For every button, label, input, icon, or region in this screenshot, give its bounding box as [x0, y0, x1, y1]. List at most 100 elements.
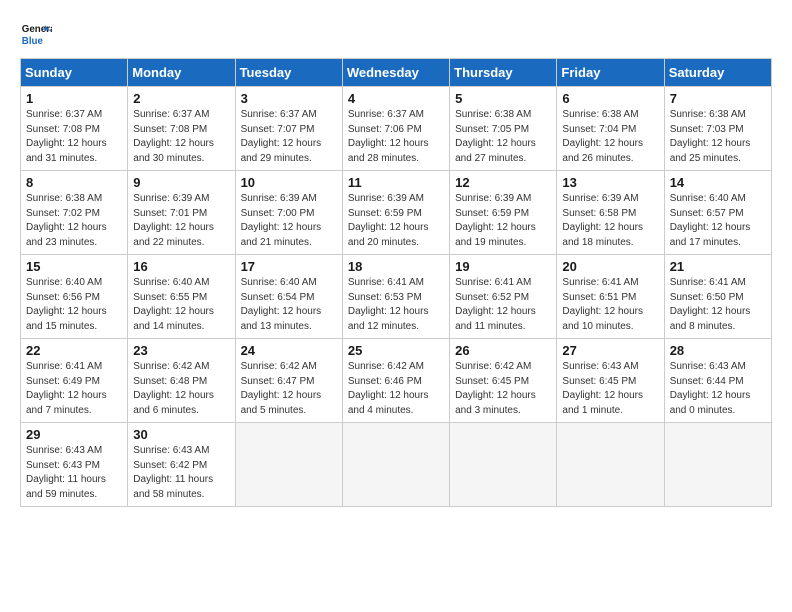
day-cell-23: 23 Sunrise: 6:42 AM Sunset: 6:48 PM Dayli…	[128, 339, 235, 423]
header-thursday: Thursday	[450, 59, 557, 87]
day-cell-3: 3 Sunrise: 6:37 AM Sunset: 7:07 PM Daylig…	[235, 87, 342, 171]
day-info-13: Sunrise: 6:39 AM Sunset: 6:58 PM Dayligh…	[562, 192, 658, 250]
day-number-20: 20	[562, 259, 658, 274]
day-number-28: 28	[670, 343, 766, 358]
day-cell-20: 20 Sunrise: 6:41 AM Sunset: 6:51 PM Dayli…	[557, 255, 664, 339]
day-number-27: 27	[562, 343, 658, 358]
empty-cell	[235, 423, 342, 507]
day-info-23: Sunrise: 6:42 AM Sunset: 6:48 PM Dayligh…	[133, 360, 229, 418]
day-info-10: Sunrise: 6:39 AM Sunset: 7:00 PM Dayligh…	[241, 192, 337, 250]
day-cell-15: 15Sunrise: 6:40 AM Sunset: 6:56 PM Dayli…	[21, 255, 128, 339]
day-cell-25: 25 Sunrise: 6:42 AM Sunset: 6:46 PM Dayli…	[342, 339, 449, 423]
day-info-15: Sunrise: 6:40 AM Sunset: 6:56 PM Dayligh…	[26, 276, 122, 334]
header-tuesday: Tuesday	[235, 59, 342, 87]
day-cell-11: 11 Sunrise: 6:39 AM Sunset: 6:59 PM Dayli…	[342, 171, 449, 255]
day-cell-1: 1 Sunrise: 6:37 AM Sunset: 7:08 PM Daylig…	[21, 87, 128, 171]
day-info-12: Sunrise: 6:39 AM Sunset: 6:59 PM Dayligh…	[455, 192, 551, 250]
day-cell-10: 10 Sunrise: 6:39 AM Sunset: 7:00 PM Dayli…	[235, 171, 342, 255]
header-wednesday: Wednesday	[342, 59, 449, 87]
day-info-27: Sunrise: 6:43 AM Sunset: 6:45 PM Dayligh…	[562, 360, 658, 418]
day-cell-6: 6 Sunrise: 6:38 AM Sunset: 7:04 PM Daylig…	[557, 87, 664, 171]
day-info-1: Sunrise: 6:37 AM Sunset: 7:08 PM Dayligh…	[26, 108, 122, 166]
weekday-header-row: Sunday Monday Tuesday Wednesday Thursday…	[21, 59, 772, 87]
day-info-22: Sunrise: 6:41 AM Sunset: 6:49 PM Dayligh…	[26, 360, 122, 418]
day-info-14: Sunrise: 6:40 AM Sunset: 6:57 PM Dayligh…	[670, 192, 766, 250]
day-cell-5: 5 Sunrise: 6:38 AM Sunset: 7:05 PM Daylig…	[450, 87, 557, 171]
day-number-4: 4	[348, 91, 444, 106]
day-info-29: Sunrise: 6:43 AM Sunset: 6:43 PM Dayligh…	[26, 444, 122, 502]
week-row-2: 8Sunrise: 6:38 AM Sunset: 7:02 PM Daylig…	[21, 171, 772, 255]
day-info-30: Sunrise: 6:43 AM Sunset: 6:42 PM Dayligh…	[133, 444, 229, 502]
empty-cell	[342, 423, 449, 507]
day-number-13: 13	[562, 175, 658, 190]
day-number-12: 12	[455, 175, 551, 190]
day-number-14: 14	[670, 175, 766, 190]
day-number-22: 22	[26, 343, 122, 358]
day-number-16: 16	[133, 259, 229, 274]
empty-cell	[557, 423, 664, 507]
day-cell-26: 26 Sunrise: 6:42 AM Sunset: 6:45 PM Dayli…	[450, 339, 557, 423]
day-cell-16: 16 Sunrise: 6:40 AM Sunset: 6:55 PM Dayli…	[128, 255, 235, 339]
day-cell-2: 2Sunrise: 6:37 AM Sunset: 7:08 PM Daylig…	[128, 87, 235, 171]
day-info-6: Sunrise: 6:38 AM Sunset: 7:04 PM Dayligh…	[562, 108, 658, 166]
day-info-24: Sunrise: 6:42 AM Sunset: 6:47 PM Dayligh…	[241, 360, 337, 418]
header-sunday: Sunday	[21, 59, 128, 87]
day-info-7: Sunrise: 6:38 AM Sunset: 7:03 PM Dayligh…	[670, 108, 766, 166]
day-cell-12: 12 Sunrise: 6:39 AM Sunset: 6:59 PM Dayli…	[450, 171, 557, 255]
day-cell-13: 13 Sunrise: 6:39 AM Sunset: 6:58 PM Dayli…	[557, 171, 664, 255]
day-cell-19: 19 Sunrise: 6:41 AM Sunset: 6:52 PM Dayli…	[450, 255, 557, 339]
day-info-3: Sunrise: 6:37 AM Sunset: 7:07 PM Dayligh…	[241, 108, 337, 166]
day-cell-8: 8Sunrise: 6:38 AM Sunset: 7:02 PM Daylig…	[21, 171, 128, 255]
svg-text:Blue: Blue	[22, 36, 44, 47]
day-number-6: 6	[562, 91, 658, 106]
day-number-18: 18	[348, 259, 444, 274]
day-number-17: 17	[241, 259, 337, 274]
day-number-1: 1	[26, 91, 122, 106]
day-info-20: Sunrise: 6:41 AM Sunset: 6:51 PM Dayligh…	[562, 276, 658, 334]
header: General Blue	[20, 18, 772, 50]
day-info-19: Sunrise: 6:41 AM Sunset: 6:52 PM Dayligh…	[455, 276, 551, 334]
day-number-3: 3	[241, 91, 337, 106]
day-number-29: 29	[26, 427, 122, 442]
day-info-11: Sunrise: 6:39 AM Sunset: 6:59 PM Dayligh…	[348, 192, 444, 250]
day-info-9: Sunrise: 6:39 AM Sunset: 7:01 PM Dayligh…	[133, 192, 229, 250]
day-cell-17: 17 Sunrise: 6:40 AM Sunset: 6:54 PM Dayli…	[235, 255, 342, 339]
day-info-8: Sunrise: 6:38 AM Sunset: 7:02 PM Dayligh…	[26, 192, 122, 250]
day-number-5: 5	[455, 91, 551, 106]
empty-cell	[450, 423, 557, 507]
day-cell-27: 27 Sunrise: 6:43 AM Sunset: 6:45 PM Dayli…	[557, 339, 664, 423]
day-info-25: Sunrise: 6:42 AM Sunset: 6:46 PM Dayligh…	[348, 360, 444, 418]
header-monday: Monday	[128, 59, 235, 87]
day-number-11: 11	[348, 175, 444, 190]
day-cell-24: 24Sunrise: 6:42 AM Sunset: 6:47 PM Dayli…	[235, 339, 342, 423]
empty-cell	[664, 423, 771, 507]
day-cell-21: 21Sunrise: 6:41 AM Sunset: 6:50 PM Dayli…	[664, 255, 771, 339]
logo-icon: General Blue	[20, 18, 52, 50]
day-info-5: Sunrise: 6:38 AM Sunset: 7:05 PM Dayligh…	[455, 108, 551, 166]
day-info-18: Sunrise: 6:41 AM Sunset: 6:53 PM Dayligh…	[348, 276, 444, 334]
week-row-5: 29 Sunrise: 6:43 AM Sunset: 6:43 PM Dayli…	[21, 423, 772, 507]
header-saturday: Saturday	[664, 59, 771, 87]
day-info-26: Sunrise: 6:42 AM Sunset: 6:45 PM Dayligh…	[455, 360, 551, 418]
header-friday: Friday	[557, 59, 664, 87]
day-cell-29: 29 Sunrise: 6:43 AM Sunset: 6:43 PM Dayli…	[21, 423, 128, 507]
day-cell-9: 9 Sunrise: 6:39 AM Sunset: 7:01 PM Daylig…	[128, 171, 235, 255]
day-number-9: 9	[133, 175, 229, 190]
day-cell-7: 7 Sunrise: 6:38 AM Sunset: 7:03 PM Daylig…	[664, 87, 771, 171]
day-cell-30: 30Sunrise: 6:43 AM Sunset: 6:42 PM Dayli…	[128, 423, 235, 507]
day-info-17: Sunrise: 6:40 AM Sunset: 6:54 PM Dayligh…	[241, 276, 337, 334]
day-number-10: 10	[241, 175, 337, 190]
day-number-19: 19	[455, 259, 551, 274]
day-info-28: Sunrise: 6:43 AM Sunset: 6:44 PM Dayligh…	[670, 360, 766, 418]
day-number-2: 2	[133, 91, 229, 106]
day-number-21: 21	[670, 259, 766, 274]
day-cell-14: 14 Sunrise: 6:40 AM Sunset: 6:57 PM Dayli…	[664, 171, 771, 255]
day-number-26: 26	[455, 343, 551, 358]
calendar-table: Sunday Monday Tuesday Wednesday Thursday…	[20, 58, 772, 507]
page: General Blue Sunday Monday Tuesday Wedne…	[0, 0, 792, 517]
day-cell-28: 28 Sunrise: 6:43 AM Sunset: 6:44 PM Dayli…	[664, 339, 771, 423]
day-number-25: 25	[348, 343, 444, 358]
day-info-16: Sunrise: 6:40 AM Sunset: 6:55 PM Dayligh…	[133, 276, 229, 334]
day-number-23: 23	[133, 343, 229, 358]
day-number-7: 7	[670, 91, 766, 106]
